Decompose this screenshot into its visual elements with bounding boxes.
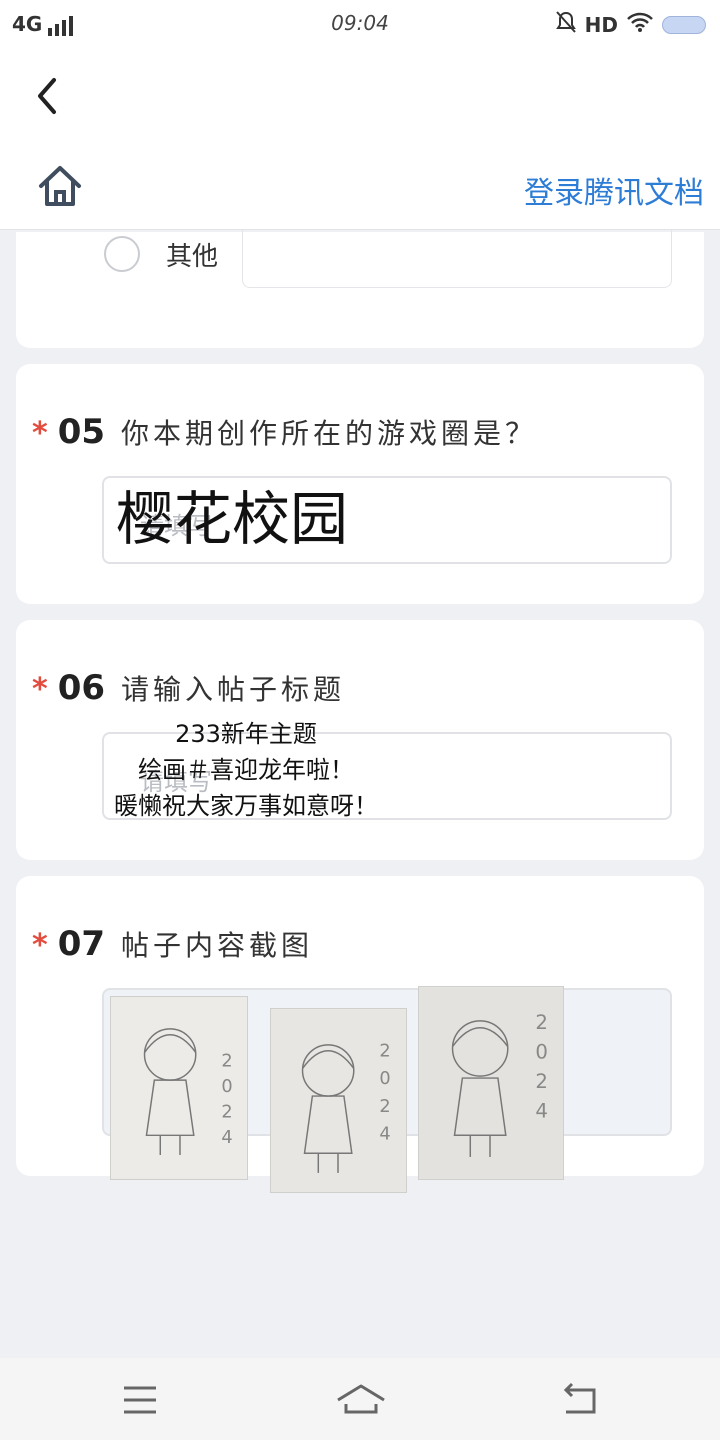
wifi-icon xyxy=(626,11,654,38)
sketch-drawing-image: 2 0 2 4 xyxy=(419,987,563,1179)
svg-text:4: 4 xyxy=(535,1100,548,1123)
svg-text:2: 2 xyxy=(379,1042,390,1062)
system-nav-bar xyxy=(0,1358,720,1440)
svg-text:2: 2 xyxy=(221,1103,232,1123)
radio-other-label: 其他 xyxy=(166,242,219,272)
screenshot-thumbnail-2[interactable]: 2 0 2 4 xyxy=(270,1008,407,1193)
chevron-left-icon xyxy=(38,78,56,114)
question-card-04-tail: 其他 xyxy=(16,230,704,348)
home-button[interactable] xyxy=(36,162,84,210)
question-number: 07 xyxy=(57,924,106,964)
required-mark: * xyxy=(32,416,48,451)
answer-text-05: 樱花校园 xyxy=(116,485,349,553)
home-icon xyxy=(39,166,81,206)
login-tencent-docs-link[interactable]: 登录腾讯文档 xyxy=(524,168,704,212)
svg-text:4: 4 xyxy=(379,1124,390,1144)
answer-line: 绘画＃喜迎龙年啦！ xyxy=(138,756,354,784)
answer-line: 暖懒祝大家万事如意呀！ xyxy=(114,792,378,820)
home-nav-icon xyxy=(337,1384,385,1414)
question-card-06: * 06 请输入帖子标题 请填写 233新年主题 绘画＃喜迎龙年啦！ 暖懒祝大家… xyxy=(16,620,704,860)
battery-icon xyxy=(662,15,706,34)
status-icons: HD xyxy=(555,10,706,39)
back-nav-icon xyxy=(563,1382,596,1414)
screenshot-thumbnail-3[interactable]: 2 0 2 4 xyxy=(418,986,564,1180)
question-header: * 05 你本期创作所在的游戏圈是？ xyxy=(32,412,537,452)
question-title: 帖子内容截图 xyxy=(121,929,314,962)
sketch-drawing-image: 2 0 2 4 xyxy=(111,997,247,1179)
sketch-drawing-image: 2 0 2 4 xyxy=(271,1009,406,1192)
question-title: 请输入帖子标题 xyxy=(121,673,346,706)
svg-text:2: 2 xyxy=(379,1097,390,1117)
radio-other[interactable] xyxy=(104,236,140,272)
question-card-05: * 05 你本期创作所在的游戏圈是？ 请填写 樱花校园 xyxy=(16,364,704,604)
menu-button[interactable] xyxy=(118,1380,162,1420)
svg-text:4: 4 xyxy=(221,1128,232,1148)
screenshot-thumbnail-1[interactable]: 2 0 2 4 xyxy=(110,996,248,1180)
app-header: 登录腾讯文档 xyxy=(0,48,720,230)
status-bar: 4G 09:04 HD xyxy=(0,0,720,48)
svg-text:2: 2 xyxy=(535,1070,548,1093)
required-mark: * xyxy=(32,672,48,707)
svg-text:2: 2 xyxy=(535,1011,548,1034)
menu-icon xyxy=(124,1386,156,1414)
question-title: 你本期创作所在的游戏圈是？ xyxy=(121,417,538,450)
back-nav-button[interactable] xyxy=(558,1380,602,1420)
question-number: 05 xyxy=(57,412,106,452)
svg-text:0: 0 xyxy=(379,1069,390,1089)
svg-text:0: 0 xyxy=(535,1040,548,1063)
back-button[interactable] xyxy=(28,74,68,118)
other-text-input[interactable] xyxy=(242,230,672,288)
mute-bell-icon xyxy=(555,10,577,39)
svg-text:2: 2 xyxy=(221,1051,232,1071)
svg-text:0: 0 xyxy=(221,1077,232,1097)
question-header: * 07 帖子内容截图 xyxy=(32,924,313,964)
question-number: 06 xyxy=(57,668,106,708)
answer-line: 233新年主题 xyxy=(175,720,317,748)
question-header: * 06 请输入帖子标题 xyxy=(32,668,345,708)
answer-text-06: 233新年主题 绘画＃喜迎龙年啦！ 暖懒祝大家万事如意呀！ xyxy=(76,716,416,824)
home-nav-button[interactable] xyxy=(334,1380,388,1420)
required-mark: * xyxy=(32,928,48,963)
hd-badge: HD xyxy=(584,12,618,37)
